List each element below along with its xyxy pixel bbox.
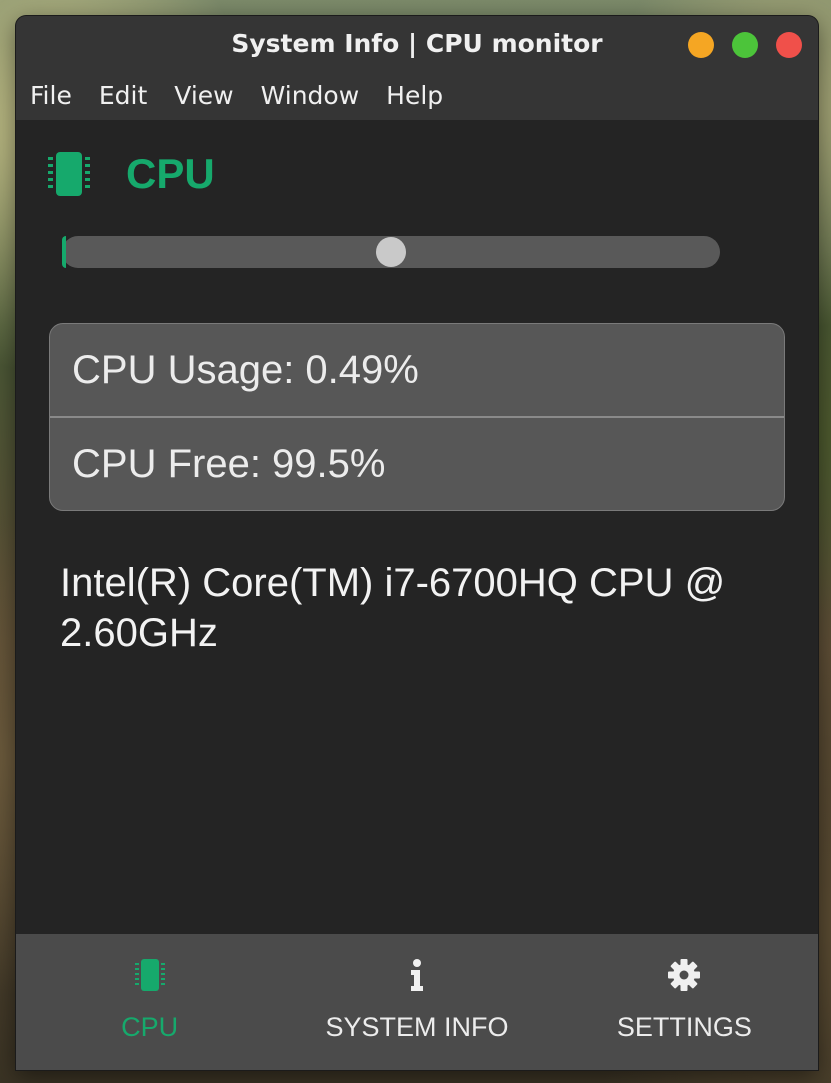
bottom-nav: CPU SYSTEM INFO SETTINGS	[16, 934, 818, 1070]
maximize-button[interactable]	[732, 32, 758, 58]
cpu-stats-card: CPU Usage: 0.49% CPU Free: 99.5%	[49, 323, 785, 511]
menu-file[interactable]: File	[30, 72, 72, 120]
cpu-usage-fill	[62, 236, 66, 268]
tab-system-info-label: SYSTEM INFO	[325, 1012, 509, 1042]
slider-thumb[interactable]	[376, 237, 406, 267]
cpu-usage-slider[interactable]	[62, 236, 720, 268]
tab-system-info[interactable]: SYSTEM INFO	[283, 934, 550, 1070]
tab-cpu[interactable]: CPU	[16, 934, 283, 1070]
close-button[interactable]	[776, 32, 802, 58]
cpu-usage-label: CPU Usage: 0.49%	[72, 348, 419, 392]
cpu-free-label: CPU Free: 99.5%	[50, 416, 784, 510]
cpu-heading: CPU	[126, 150, 215, 197]
app-window: System Info | CPU monitor File Edit View…	[16, 16, 818, 1070]
cpu-model-text: Intel(R) Core(TM) i7-6700HQ CPU @ 2.60GH…	[60, 561, 726, 655]
tab-settings[interactable]: SETTINGS	[551, 934, 818, 1070]
menu-window[interactable]: Window	[261, 72, 360, 120]
tab-cpu-label: CPU	[121, 1012, 179, 1042]
cpu-header: CPU	[48, 150, 215, 198]
chip-icon	[48, 152, 90, 196]
info-icon	[410, 959, 423, 991]
tab-settings-label: SETTINGS	[616, 1012, 752, 1042]
cpu-page: CPU CPU Usage: 0.49% CPU Free: 99.5% Int…	[16, 120, 818, 950]
menu-help[interactable]: Help	[386, 72, 443, 120]
chip-icon	[134, 959, 165, 991]
minimize-button[interactable]	[688, 32, 714, 58]
menu-bar: File Edit View Window Help	[16, 72, 818, 120]
title-bar[interactable]: System Info | CPU monitor	[16, 16, 818, 72]
menu-edit[interactable]: Edit	[99, 72, 147, 120]
menu-view[interactable]: View	[174, 72, 233, 120]
gear-icon	[668, 959, 701, 991]
